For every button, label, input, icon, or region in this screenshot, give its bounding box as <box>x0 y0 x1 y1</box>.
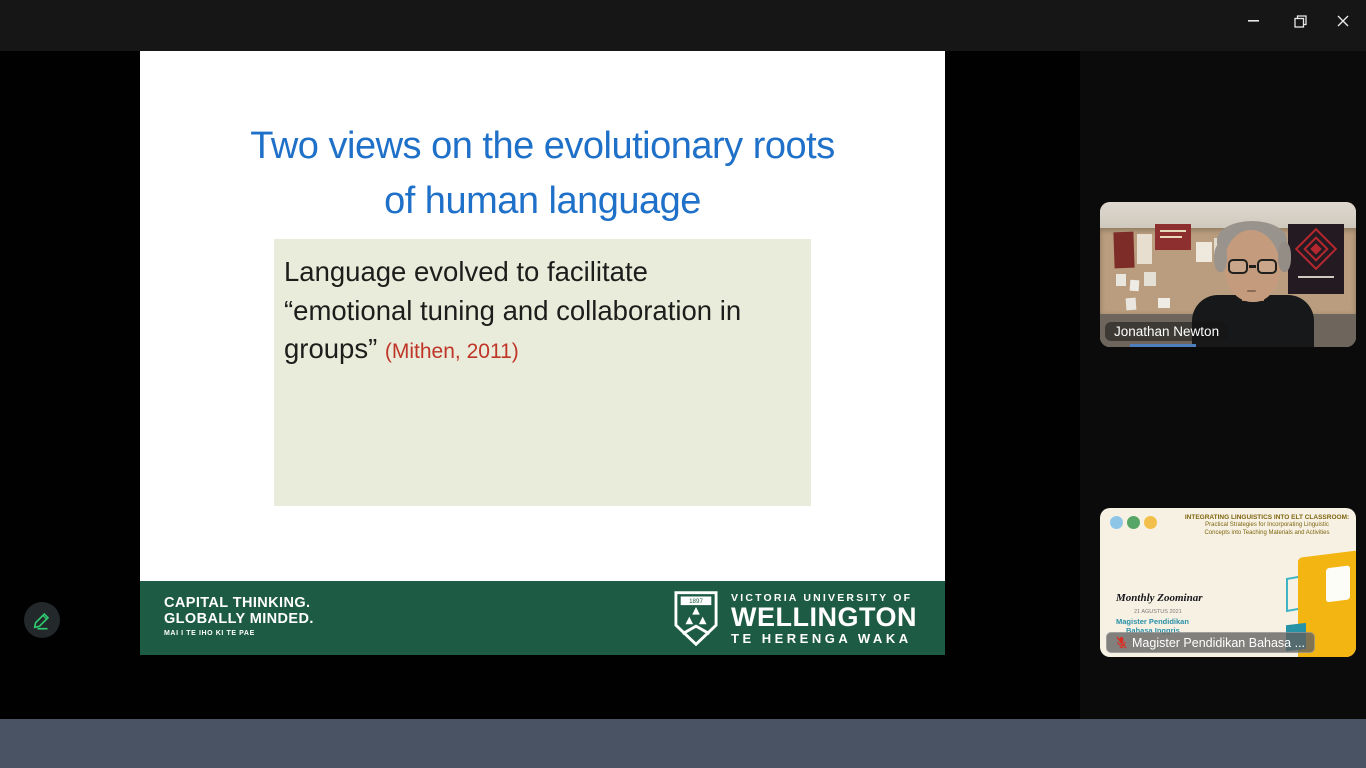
minimize-icon <box>1248 20 1259 22</box>
poster-detail <box>1160 230 1186 232</box>
mini-slide-subtitle1: Practical Strategies for Incorporating L… <box>1182 522 1352 530</box>
poster <box>1130 280 1140 292</box>
quote-line3: groups” (Mithen, 2011) <box>284 330 801 372</box>
restore-button[interactable] <box>1285 10 1315 32</box>
video-thumbnail-host[interactable]: INTEGRATING LINGUISTICS INTO ELT CLASSRO… <box>1100 508 1356 657</box>
shared-screen-area: Two views on the evolutionary roots of h… <box>0 51 1080 719</box>
poster-detail <box>1160 236 1182 238</box>
slide-footer: CAPITAL THINKING. GLOBALLY MINDED. MAI I… <box>140 581 945 655</box>
person-hair-side <box>1278 242 1291 272</box>
annotation-pencil-icon <box>31 609 53 631</box>
decor-white-window <box>1326 565 1350 602</box>
poster <box>1158 298 1170 308</box>
mini-slide-org1: Magister Pendidikan <box>1116 617 1189 626</box>
svg-text:1897: 1897 <box>689 598 703 605</box>
tagline-line1: CAPITAL THINKING. <box>164 595 314 611</box>
slide-title-line2: of human language <box>140 174 945 229</box>
glasses-lens <box>1257 259 1277 274</box>
poster <box>1137 234 1152 264</box>
zoom-meeting-window: Two views on the evolutionary roots of h… <box>0 0 1366 768</box>
poster <box>1144 272 1156 286</box>
university-shield-icon: 1897 <box>674 590 718 647</box>
window-titlebar <box>0 0 1366 51</box>
org-logo-icon <box>1110 516 1123 529</box>
tagline-line3: MAI I TE IHO KI TE PAE <box>164 630 314 637</box>
quote-textbox: Language evolved to facilitate “emotiona… <box>274 239 811 506</box>
university-name: VICTORIA UNIVERSITY OF WELLINGTON TE HER… <box>731 592 917 646</box>
close-icon <box>1337 15 1349 27</box>
poster <box>1113 232 1134 269</box>
org-logo-icon <box>1127 516 1140 529</box>
mini-slide-title: INTEGRATING LINGUISTICS INTO ELT CLASSRO… <box>1182 514 1352 522</box>
tagline-line2: GLOBALLY MINDED. <box>164 611 314 627</box>
taskbar: 1 <box>0 719 1366 768</box>
org-logo-icon <box>1144 516 1157 529</box>
poster <box>1196 242 1212 262</box>
poster <box>1126 298 1137 311</box>
close-button[interactable] <box>1328 10 1358 32</box>
mini-slide-subtitle2: Concepts into Teaching Materials and Act… <box>1182 530 1352 538</box>
quote-line1: Language evolved to facilitate <box>284 253 801 292</box>
restore-icon <box>1294 15 1307 28</box>
participants-panel: Jonathan Newton INTEGRATING LINGUISTICS … <box>1080 51 1366 719</box>
scene-blue-edge <box>1130 344 1196 347</box>
glasses-bridge <box>1249 265 1256 268</box>
host-name-text: Magister Pendidikan Bahasa ... <box>1132 636 1305 650</box>
video-thumbnail-speaker[interactable]: Jonathan Newton <box>1100 202 1356 347</box>
glasses-lens <box>1228 259 1248 274</box>
quote-line2: “emotional tuning and collaboration in <box>284 292 801 331</box>
university-line2: WELLINGTON <box>731 604 917 631</box>
poster <box>1116 274 1126 286</box>
mini-slide-date: 21 AGUSTUS 2021 <box>1134 609 1182 615</box>
slide-title: Two views on the evolutionary roots of h… <box>140 119 945 229</box>
participant-name-label: Jonathan Newton <box>1105 322 1228 341</box>
quote-line3-text: groups” <box>284 333 385 364</box>
muted-mic-icon <box>1116 636 1127 649</box>
minimize-button[interactable] <box>1238 10 1268 32</box>
host-name-label: Magister Pendidikan Bahasa ... <box>1106 632 1315 653</box>
presentation-slide: Two views on the evolutionary roots of h… <box>140 51 945 655</box>
poster-detail <box>1298 276 1334 278</box>
slide-title-line1: Two views on the evolutionary roots <box>140 119 945 174</box>
annotation-button[interactable] <box>24 602 60 638</box>
person-hair-side <box>1214 244 1227 272</box>
footer-tagline: CAPITAL THINKING. GLOBALLY MINDED. MAI I… <box>164 595 314 637</box>
mini-slide-event: Monthly Zoominar <box>1116 592 1203 604</box>
mini-slide-title-block: INTEGRATING LINGUISTICS INTO ELT CLASSRO… <box>1182 514 1352 537</box>
person-mouth <box>1247 290 1256 292</box>
university-logo-block: 1897 VICTORIA UNIVERSITY OF WELLINGTON T… <box>674 590 917 647</box>
university-line3: TE HERENGA WAKA <box>731 631 917 646</box>
quote-citation: (Mithen, 2011) <box>385 340 519 363</box>
